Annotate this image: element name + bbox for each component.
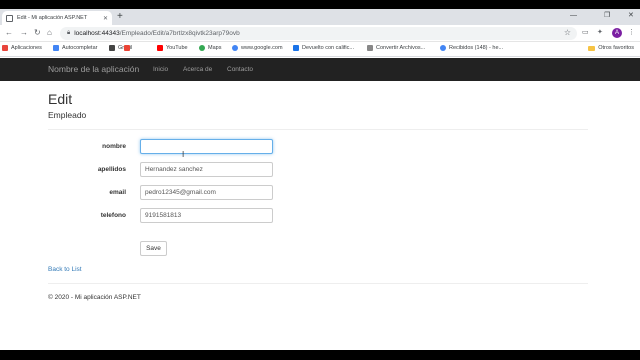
maps-icon [199, 45, 205, 51]
tab-title: Edit - Mi aplicación ASP.NET [17, 15, 88, 21]
bookmark-maps[interactable]: Maps [199, 45, 221, 51]
site-navbar: Nombre de la aplicación Inicio Acerca de… [0, 58, 640, 81]
text-cursor-icon: I [182, 150, 185, 159]
bookmarks-bar: Aplicaciones Autocompletar Gmail Gmail Y… [0, 42, 640, 57]
save-button[interactable]: Save [140, 241, 167, 256]
apps-icon [2, 45, 8, 51]
page-favicon-icon [6, 14, 13, 22]
bookmark-recibidos[interactable]: Recibidos (148) - he... [440, 45, 503, 51]
page-title: Edit [48, 91, 73, 107]
folder-icon [588, 45, 596, 51]
browser-window: Edit - Mi aplicación ASP.NET ✕ + — ❐ ✕ ←… [0, 9, 640, 350]
youtube-icon [157, 45, 163, 51]
apellidos-input[interactable] [140, 162, 273, 177]
address-bar[interactable]: 🔒︎ localhost:44343/Empleado/Edit/a7brtlz… [60, 27, 577, 40]
search-icon [367, 45, 373, 51]
email-input[interactable] [140, 185, 273, 200]
tab-strip: Edit - Mi aplicación ASP.NET ✕ + — ❐ ✕ [0, 9, 640, 25]
gmail-m-icon [124, 45, 130, 51]
three-dots-icon[interactable]: ⋮ [628, 28, 635, 38]
back-icon[interactable]: ← [5, 28, 13, 38]
profile-avatar[interactable]: A [612, 28, 622, 38]
tab-close-icon[interactable]: ✕ [103, 15, 108, 22]
minimize-icon[interactable]: — [570, 10, 577, 22]
bookmark-convertir[interactable]: Convertir Archivos... [367, 45, 425, 51]
classroom-icon [293, 45, 299, 51]
apellidos-label: apellidos [97, 166, 126, 173]
browser-tab[interactable]: Edit - Mi aplicación ASP.NET ✕ [2, 11, 112, 25]
telefono-input[interactable] [140, 208, 273, 223]
home-icon[interactable]: ⌂ [47, 28, 52, 38]
back-to-list-link[interactable]: Back to List [48, 266, 82, 273]
google-icon [232, 45, 238, 51]
page-subtitle: Empleado [48, 110, 87, 120]
maximize-icon[interactable]: ❐ [604, 10, 610, 22]
footer-divider [48, 283, 588, 284]
bookmark-gmail-2[interactable]: Gmail [124, 45, 133, 51]
window-close-icon[interactable]: ✕ [628, 10, 634, 22]
google-icon [440, 45, 446, 51]
star-icon[interactable]: ☆ [564, 28, 571, 37]
reload-icon[interactable]: ↻ [34, 28, 41, 38]
forward-icon[interactable]: → [20, 28, 28, 38]
nav-inicio[interactable]: Inicio [153, 66, 168, 73]
other-bookmarks[interactable]: Otros favoritos [588, 45, 634, 51]
bookmark-youtube[interactable]: YouTube [157, 45, 188, 51]
bookmark-autocompletar[interactable]: Autocompletar [53, 45, 97, 51]
nav-acerca-de[interactable]: Acerca de [183, 66, 212, 73]
email-label: email [109, 189, 126, 196]
extension-icon[interactable]: ▭ [582, 28, 589, 38]
bookmark-apps[interactable]: Aplicaciones [2, 45, 42, 51]
new-tab-icon[interactable]: + [117, 11, 123, 23]
browser-toolbar: ← → ↻ ⌂ 🔒︎ localhost:44343/Empleado/Edit… [0, 25, 640, 42]
telefono-label: telefono [100, 212, 126, 219]
url-text: localhost:44343/Empleado/Edit/a7brtlzx8q… [74, 30, 240, 37]
nav-contacto[interactable]: Contacto [227, 66, 253, 73]
puzzle-icon[interactable]: ✦ [597, 28, 603, 38]
divider [48, 129, 588, 130]
bookmark-devuelto[interactable]: Devuelto con calific... [293, 45, 354, 51]
lock-icon[interactable]: 🔒︎ [67, 30, 70, 37]
nombre-input[interactable] [140, 139, 273, 154]
nombre-label: nombre [102, 143, 126, 150]
bookmark-google[interactable]: www.google.com [232, 45, 283, 51]
autocompletar-icon [53, 45, 59, 51]
footer-text: © 2020 - Mi aplicación ASP.NET [48, 294, 141, 301]
gmail-icon [109, 45, 115, 51]
site-brand[interactable]: Nombre de la aplicación [48, 64, 139, 74]
